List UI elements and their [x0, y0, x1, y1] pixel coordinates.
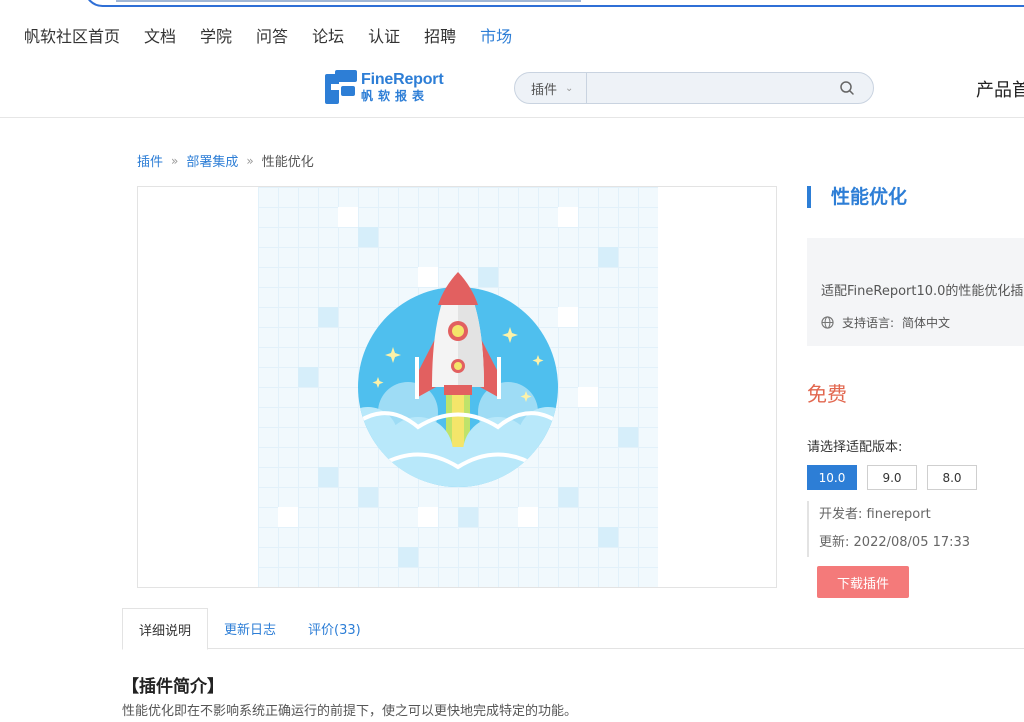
- plugin-preview-image: [137, 186, 777, 588]
- nav-docs[interactable]: 文档: [144, 23, 176, 47]
- version-option-10[interactable]: 10.0: [807, 465, 857, 490]
- intro-title: 【插件简介】: [122, 677, 224, 697]
- finereport-logo[interactable]: FineReport 帆软报表: [325, 70, 444, 104]
- updated-value: 2022/08/05 17:33: [853, 535, 971, 550]
- plugin-summary-box: 适配FineReport10.0的性能优化插 支持语言: 简体中文: [807, 238, 1024, 346]
- browser-address-bar: [0, 0, 1024, 10]
- plugin-meta: 开发者: finereport 更新: 2022/08/05 17:33: [807, 501, 970, 557]
- search-category-select[interactable]: 插件 ⌄: [515, 73, 587, 103]
- plugin-updated: 更新: 2022/08/05 17:33: [819, 529, 970, 557]
- top-nav: 帆软社区首页 文档 学院 问答 论坛 认证 招聘 市场: [0, 18, 536, 52]
- plugin-title: 性能优化: [807, 186, 907, 208]
- intro-body: 性能优化即在不影响系统正确运行的前提下，使之可以更快地完成特定的功能。: [122, 704, 578, 719]
- search-icon[interactable]: [839, 80, 855, 96]
- version-option-8[interactable]: 8.0: [927, 465, 977, 490]
- tab-changelog[interactable]: 更新日志: [208, 608, 292, 649]
- language-value: 简体中文: [902, 316, 951, 330]
- version-options: 10.0 9.0 8.0: [807, 465, 987, 490]
- nav-academy[interactable]: 学院: [200, 23, 232, 47]
- logo-text-en: FineReport: [361, 71, 444, 88]
- tab-reviews[interactable]: 评价(33): [292, 608, 377, 649]
- updated-label: 更新:: [819, 535, 850, 550]
- detail-tabs: 详细说明 更新日志 评价(33): [122, 608, 1024, 650]
- globe-icon: [821, 316, 834, 329]
- chevron-down-icon: ⌄: [565, 82, 574, 94]
- language-label: 支持语言:: [842, 316, 895, 330]
- plugin-language: 支持语言: 简体中文: [821, 314, 950, 331]
- finereport-logo-icon: [325, 70, 357, 104]
- developer-label: 开发者:: [819, 507, 863, 522]
- nav-market[interactable]: 市场: [480, 23, 512, 47]
- breadcrumb: 插件 » 部署集成 » 性能优化: [137, 151, 314, 171]
- nav-forum[interactable]: 论坛: [312, 23, 344, 47]
- plugin-description: 适配FineReport10.0的性能优化插: [821, 284, 1024, 299]
- breadcrumb-separator: »: [246, 153, 254, 168]
- site-header: FineReport 帆软报表 插件 ⌄ 产品首: [0, 62, 1024, 118]
- version-select-label: 请选择适配版本:: [807, 440, 903, 455]
- nav-jobs[interactable]: 招聘: [424, 23, 456, 47]
- nav-certification[interactable]: 认证: [368, 23, 400, 47]
- breadcrumb-deploy-integration[interactable]: 部署集成: [186, 151, 238, 170]
- search-input[interactable]: [588, 73, 828, 103]
- nav-home[interactable]: 帆软社区首页: [24, 23, 120, 47]
- search-category-label: 插件: [531, 82, 558, 98]
- developer-value: finereport: [866, 507, 931, 522]
- download-plugin-button[interactable]: 下载插件: [817, 566, 909, 598]
- version-option-9[interactable]: 9.0: [867, 465, 917, 490]
- search-bar: 插件 ⌄: [514, 72, 874, 104]
- plugin-price: 免费: [807, 382, 847, 406]
- breadcrumb-plugins[interactable]: 插件: [137, 151, 163, 170]
- plugin-developer: 开发者: finereport: [819, 501, 970, 529]
- breadcrumb-separator: »: [171, 153, 179, 168]
- nav-qa[interactable]: 问答: [256, 23, 288, 47]
- tab-details[interactable]: 详细说明: [122, 608, 209, 650]
- breadcrumb-current: 性能优化: [261, 155, 314, 170]
- logo-text-cn: 帆软报表: [361, 89, 430, 103]
- rocket-illustration: [278, 207, 638, 567]
- nav-products[interactable]: 产品首: [976, 76, 1024, 102]
